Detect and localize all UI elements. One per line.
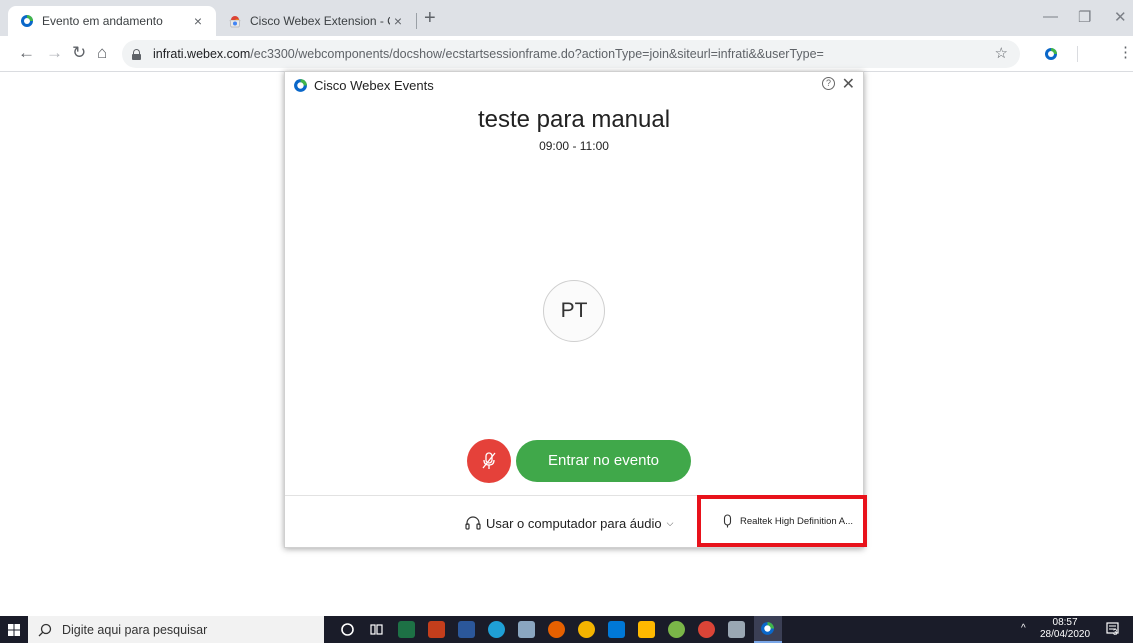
action-center-button[interactable]: 3 [1105,621,1121,637]
tab-close-button[interactable]: × [190,13,206,29]
bookmark-star-icon[interactable]: ☆ [995,44,1008,62]
dialog-title-bar: Cisco Webex Events [293,78,434,93]
headset-icon [465,516,481,530]
avatar: PT [543,280,605,342]
chevron-down-icon: ⌵ [666,518,674,528]
windows-taskbar: Digite aqui para pesquisar ^ 08:57 28/04… [0,616,1133,643]
tab-cisco-webex-extension[interactable]: Cisco Webex Extension - Chrome × [216,6,416,36]
webex-extension-icon[interactable] [1044,47,1058,61]
paint-icon[interactable] [728,621,745,638]
tab-evento-em-andamento[interactable]: Evento em andamento × [8,6,216,36]
help-icon[interactable]: ? [822,77,835,90]
mail-icon[interactable] [608,621,625,638]
mute-button[interactable] [467,439,511,483]
taskbar-search-placeholder: Digite aqui para pesquisar [62,622,208,637]
meeting-time: 09:00 - 11:00 [539,139,609,153]
task-view-icon[interactable] [368,621,385,638]
taskbar-search-box[interactable]: Digite aqui para pesquisar [28,616,324,643]
join-event-button[interactable]: Entrar no evento [516,440,691,482]
tab-close-button[interactable]: × [390,13,406,29]
microphone-muted-icon [482,452,496,469]
reload-button[interactable]: ↻ [72,43,86,63]
toolbar-divider [1077,46,1078,62]
notification-count: 3 [1113,628,1118,637]
forward-button[interactable]: → [46,43,63,63]
home-button[interactable]: ⌂ [97,43,107,63]
clock-date: 28/04/2020 [1040,629,1091,640]
powerpoint-icon[interactable] [428,621,445,638]
window-close-button[interactable]: ✕ [1114,8,1127,26]
windows-logo-icon [8,623,20,636]
webex-taskbar-button[interactable] [754,616,782,643]
lock-icon [132,48,141,60]
tab-label: Cisco Webex Extension - Chrome [250,14,390,28]
dialog-close-button[interactable]: ✕ [842,74,855,94]
audio-option-dropdown[interactable]: Usar o computador para áudio ⌵ [465,516,673,531]
photos-icon[interactable] [518,621,535,638]
tab-strip: Evento em andamento × Cisco Webex Extens… [0,0,1133,36]
clock-time: 08:57 [1052,617,1078,628]
cortana-icon[interactable] [339,621,356,638]
webex-icon [21,15,33,27]
microphone-device-label: Realtek High Definition A... [740,515,854,527]
restore-button[interactable]: ❐ [1078,8,1091,26]
search-icon [38,623,52,636]
edge-icon[interactable] [488,621,505,638]
app-shield-icon[interactable] [668,621,685,638]
url-path: /ec3300/webcomponents/docshow/ecstartses… [250,47,824,61]
chrome-icon[interactable] [578,621,595,638]
webex-join-dialog: Cisco Webex Events ? ✕ teste para manual… [284,71,867,548]
browser-toolbar: ← → ↻ ⌂ infrati.webex.com /ec3300/webcom… [0,36,1133,72]
start-button[interactable] [0,616,28,643]
dialog-app-title: Cisco Webex Events [314,78,434,93]
url-host: infrati.webex.com [153,47,251,61]
show-hidden-icons-button[interactable]: ^ [1021,623,1026,634]
word-icon[interactable] [458,621,475,638]
firefox-icon[interactable] [548,621,565,638]
chrome-profile-icon[interactable] [698,621,715,638]
excel-icon[interactable] [398,621,415,638]
webex-taskbar-icon [761,622,774,635]
minimize-button[interactable]: — [1043,8,1058,25]
file-explorer-icon[interactable] [638,621,655,638]
microphone-icon [723,514,732,528]
chrome-menu-button[interactable]: ⋮ [1118,43,1133,61]
webex-logo-icon [294,79,307,92]
audio-option-label: Usar o computador para áudio [486,516,662,531]
chrome-web-store-icon [229,16,241,28]
back-button[interactable]: ← [18,43,35,63]
meeting-title: teste para manual [477,106,671,133]
tab-separator [416,13,417,29]
taskbar-clock[interactable]: 08:57 28/04/2020 [1040,617,1090,641]
new-tab-button[interactable]: + [424,8,436,28]
tab-label: Evento em andamento [42,14,163,28]
address-bar[interactable]: infrati.webex.com /ec3300/webcomponents/… [122,40,1020,68]
microphone-device-selector[interactable]: Realtek High Definition A... [697,495,867,547]
